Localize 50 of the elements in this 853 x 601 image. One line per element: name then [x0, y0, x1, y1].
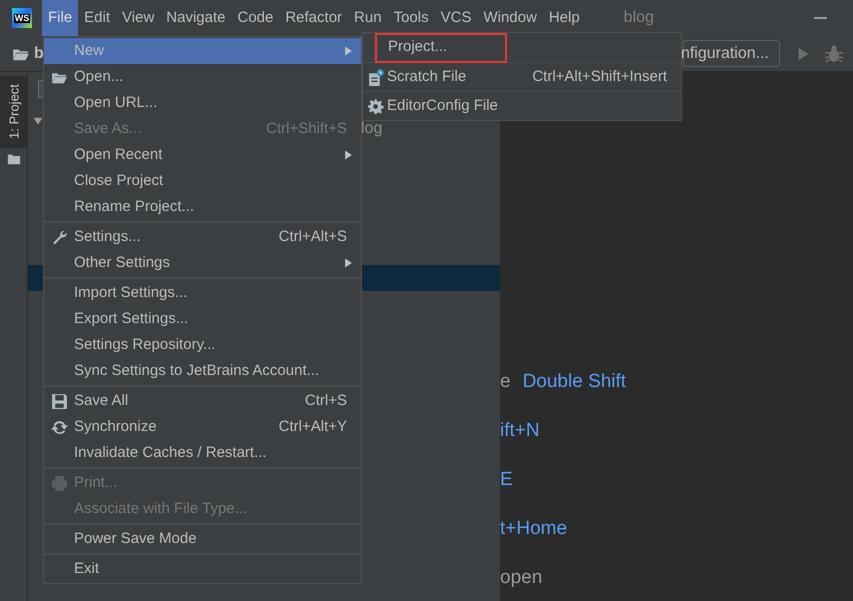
minimize-icon[interactable]	[814, 17, 827, 19]
menu-item[interactable]: File	[42, 0, 78, 36]
shortcut-text: Double Shift	[522, 370, 626, 394]
menu-item[interactable]: Project...	[363, 33, 681, 62]
panel-icon[interactable]	[38, 80, 43, 98]
menu-item[interactable]: EditorConfig File	[363, 91, 681, 120]
menu-item[interactable]: Refactor	[279, 0, 348, 36]
menu-item[interactable]: View	[116, 0, 160, 36]
shortcut-text: t+Home	[500, 517, 568, 541]
menu-item[interactable]: Export Settings...	[44, 306, 361, 332]
printer-icon	[50, 474, 68, 492]
menu-item[interactable]: Other Settings	[44, 250, 361, 276]
menu-item[interactable]: Save All Ctrl+S	[44, 388, 361, 414]
menu-item[interactable]: Navigate	[160, 0, 232, 36]
menu-item[interactable]: Scratch File Ctrl+Alt+Shift+Insert	[363, 62, 681, 91]
menu-item[interactable]: Power Save Mode	[44, 526, 361, 552]
menu-item[interactable]: Open...	[44, 64, 361, 90]
menu-item[interactable]: Rename Project...	[44, 194, 361, 220]
menu-item[interactable]: Close Project	[44, 168, 361, 194]
expand-arrow-icon	[33, 116, 43, 126]
menu-item[interactable]: Open Recent	[44, 142, 361, 168]
menu-item[interactable]: Help	[542, 0, 586, 36]
tool-window-tab[interactable]: 1: Project	[0, 76, 28, 148]
breadcrumb[interactable]: b	[34, 42, 44, 66]
menu-item[interactable]: Exit	[44, 556, 361, 582]
bug-icon	[825, 44, 843, 62]
menu-item[interactable]: Code	[231, 0, 280, 36]
hint-text: open	[500, 566, 542, 590]
menu-item[interactable]: Import Settings...	[44, 280, 361, 306]
menu-item[interactable]: Invalidate Caches / Restart...	[44, 440, 361, 466]
shortcut-text: E	[500, 468, 513, 492]
project-root-label: log	[361, 121, 382, 137]
sync-icon	[50, 418, 68, 436]
window-title: blog	[624, 8, 654, 28]
gear-icon	[366, 98, 384, 114]
menu-item[interactable]: Open URL...	[44, 90, 361, 116]
shortcut-text: ift+N	[500, 419, 540, 443]
scratch-file-icon	[366, 68, 384, 86]
wrench-icon	[50, 228, 68, 246]
folder-icon	[6, 152, 20, 166]
configuration-button[interactable]: nfiguration...	[683, 40, 780, 67]
menu-item[interactable]: Sync Settings to JetBrains Account...	[44, 358, 361, 384]
app-logo: WS	[12, 8, 32, 28]
menu-item[interactable]: Settings Repository...	[44, 332, 361, 358]
menu-item[interactable]: Edit	[78, 0, 116, 36]
hint-text: e	[500, 370, 511, 394]
menu-item[interactable]: Synchronize Ctrl+Alt+Y	[44, 414, 361, 440]
highlight-frame: Project...	[375, 32, 508, 62]
run-icon	[796, 46, 810, 60]
menu-item[interactable]: Settings... Ctrl+Alt+S	[44, 224, 361, 250]
